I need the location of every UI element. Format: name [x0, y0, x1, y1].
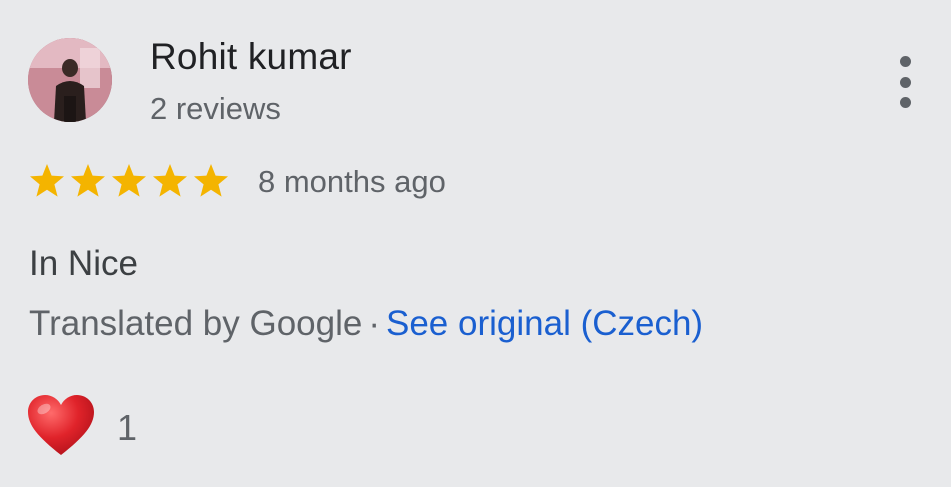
author-review-count: 2 reviews [150, 91, 281, 126]
star-icon [151, 162, 189, 198]
author-name[interactable]: Rohit kumar [150, 36, 352, 78]
more-vert-icon-dot [899, 76, 911, 88]
review-text: In Nice [29, 244, 138, 283]
translated-by-label: Translated by Google [29, 304, 363, 343]
review-time: 8 months ago [258, 164, 446, 199]
review-card: Rohit kumar 2 reviews 8 months ago In Ni… [0, 0, 951, 487]
more-vert-icon [899, 56, 911, 67]
more-vert-icon-dot [899, 97, 911, 108]
separator-dot: · [368, 304, 380, 343]
star-icon [192, 162, 230, 198]
author-avatar[interactable] [28, 38, 112, 122]
star-icon [28, 162, 66, 198]
heart-icon [28, 395, 94, 455]
translation-line: Translated by Google · See original (Czech… [29, 304, 703, 344]
see-original-link[interactable]: See original (Czech) [386, 304, 703, 343]
star-icon [69, 162, 107, 198]
avatar-photo-icon [28, 38, 112, 122]
star-rating [28, 162, 230, 198]
like-count: 1 [117, 407, 138, 448]
more-options-button[interactable] [884, 52, 926, 112]
star-icon [110, 162, 148, 198]
like-button[interactable] [26, 393, 96, 459]
